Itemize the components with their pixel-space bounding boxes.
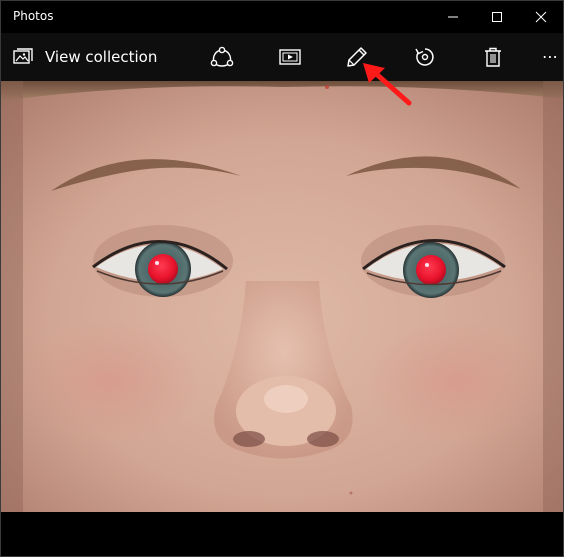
more-icon: ⋯ — [542, 47, 560, 66]
minimize-icon — [448, 16, 458, 18]
photo-canvas[interactable] — [1, 81, 563, 512]
share-button[interactable] — [202, 33, 242, 81]
slideshow-button[interactable] — [270, 33, 310, 81]
close-button[interactable] — [519, 1, 563, 33]
bottom-letterbox — [1, 512, 563, 556]
edit-button[interactable] — [337, 33, 377, 81]
photos-window: Photos View collection ⋯ — [0, 0, 564, 557]
slideshow-icon — [279, 49, 301, 65]
view-collection-label: View collection — [45, 48, 158, 66]
more-button[interactable]: ⋯ — [531, 33, 563, 81]
delete-button[interactable] — [473, 33, 513, 81]
maximize-icon — [492, 12, 502, 22]
toolbar: View collection ⋯ — [1, 33, 563, 81]
share-icon — [210, 46, 234, 67]
photos-icon — [13, 48, 33, 64]
rotate-button[interactable] — [405, 33, 445, 81]
title-bar: Photos — [1, 1, 563, 33]
close-icon — [535, 11, 547, 23]
delete-icon — [485, 47, 501, 67]
edit-pencil-icon — [347, 47, 367, 67]
window-title: Photos — [13, 9, 54, 23]
view-collection-button[interactable]: View collection — [13, 33, 157, 81]
rotate-icon — [415, 48, 434, 66]
minimize-button[interactable] — [431, 1, 475, 33]
face-photo — [1, 81, 563, 512]
maximize-button[interactable] — [475, 1, 519, 33]
